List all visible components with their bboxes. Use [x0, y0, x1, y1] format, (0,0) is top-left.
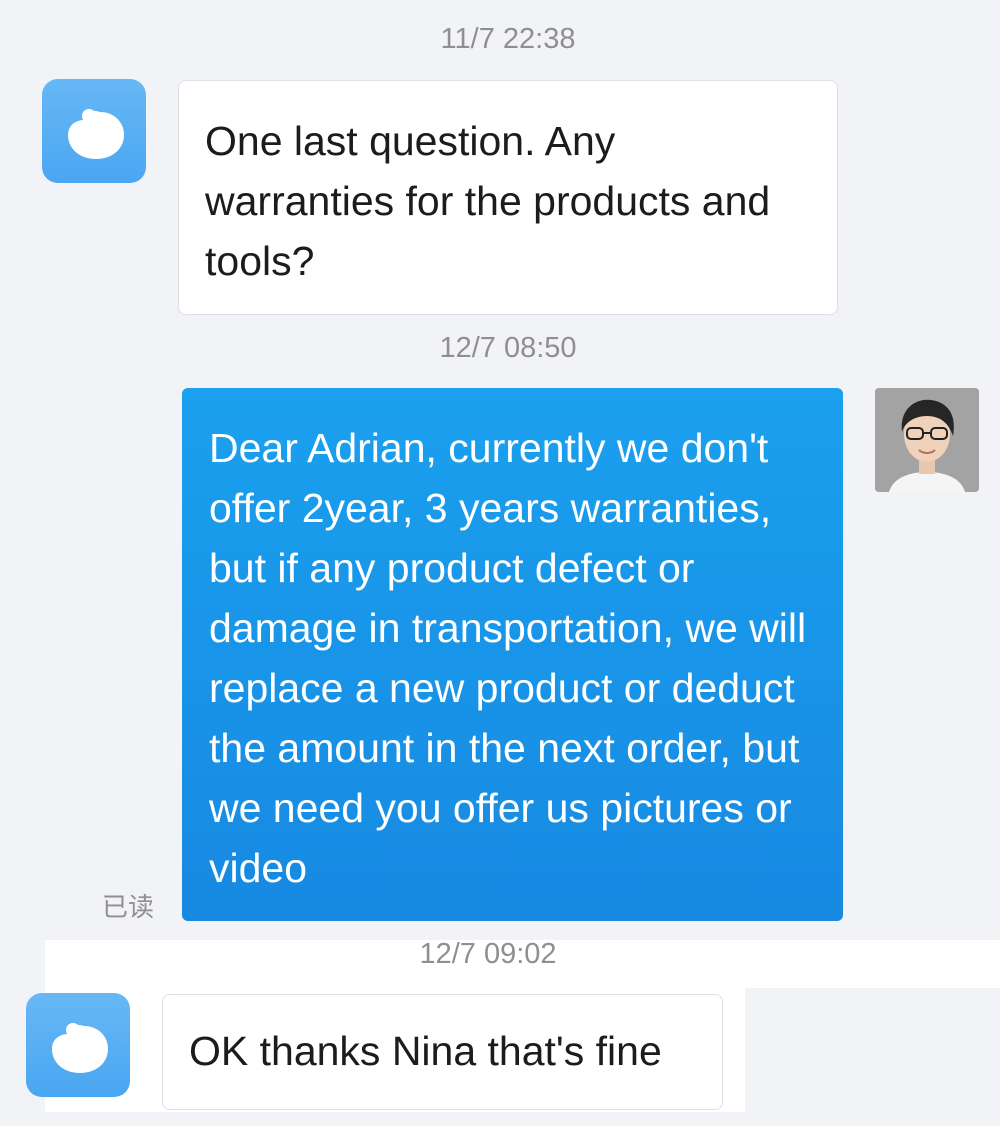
- message-bubble-incoming[interactable]: One last question. Any warranties for th…: [178, 80, 838, 315]
- message-bubble-incoming[interactable]: OK thanks Nina that's fine: [162, 994, 723, 1110]
- chat-bubble-app-icon: [52, 1023, 108, 1073]
- chat-bubble-app-icon: [68, 109, 124, 159]
- bottom-area-strip-lower: [0, 1112, 1000, 1126]
- user-avatar[interactable]: [875, 388, 979, 492]
- message-timestamp: 12/7 08:50: [439, 332, 577, 364]
- read-status: 已读: [102, 892, 155, 922]
- message-timestamp: 11/7 22:38: [440, 23, 576, 55]
- message-timestamp: 12/7 09:02: [419, 938, 557, 970]
- message-text: Dear Adrian, currently we don't offer 2y…: [209, 425, 807, 891]
- user-photo-avatar: [875, 388, 979, 492]
- message-text: OK thanks Nina that's fine: [189, 1028, 662, 1074]
- contact-avatar[interactable]: [42, 79, 146, 183]
- message-text: One last question. Any warranties for th…: [205, 118, 771, 284]
- message-bubble-outgoing[interactable]: Dear Adrian, currently we don't offer 2y…: [182, 388, 843, 921]
- contact-avatar[interactable]: [26, 993, 130, 1097]
